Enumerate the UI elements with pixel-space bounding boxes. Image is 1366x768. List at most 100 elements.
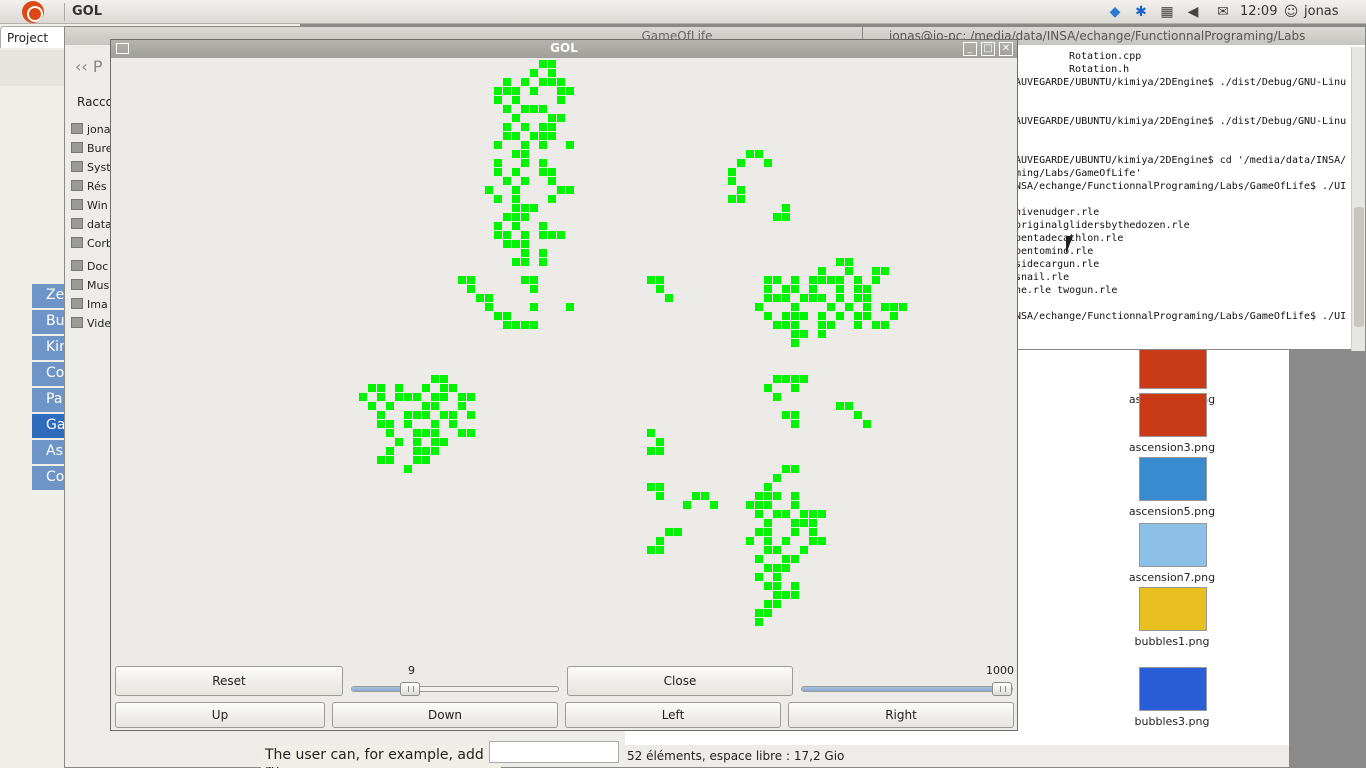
live-cell <box>386 429 394 437</box>
up-button[interactable]: Up <box>115 702 325 728</box>
close-button[interactable]: Close <box>567 666 793 696</box>
maximize-button[interactable]: □ <box>981 42 995 56</box>
live-cell <box>512 150 520 158</box>
dropbox-icon[interactable]: ◆ <box>1106 3 1124 21</box>
live-cell <box>656 483 664 491</box>
places-item[interactable]: Mus <box>71 279 115 296</box>
bluetooth-icon[interactable]: ✱ <box>1132 3 1150 21</box>
live-cell <box>863 294 871 302</box>
live-cell <box>548 123 556 131</box>
live-cell <box>782 204 790 212</box>
file-name[interactable]: ascension5.png <box>1117 505 1227 518</box>
folder-icon <box>71 199 83 210</box>
live-cell <box>449 384 457 392</box>
live-cell <box>503 312 511 320</box>
browser-tab-label: Project <box>7 31 49 45</box>
live-cell <box>512 204 520 212</box>
folder-icon <box>71 161 83 172</box>
size-slider[interactable] <box>801 682 1013 696</box>
user-name[interactable]: jonas <box>1304 4 1339 19</box>
folder-icon <box>71 142 83 153</box>
live-cell <box>764 285 772 293</box>
speed-slider-handle[interactable] <box>400 682 421 696</box>
clock[interactable]: 12:09 <box>1240 4 1277 19</box>
live-cell <box>854 285 862 293</box>
terminal-line: NSA/echange/FunctionnalPrograming/Labs/G… <box>1015 311 1347 322</box>
live-cell <box>872 267 880 275</box>
minimize-button[interactable]: _ <box>963 42 977 56</box>
places-item[interactable]: Ima <box>71 298 115 315</box>
gol-titlebar[interactable]: GOL _ □ ✕ <box>111 40 1017 58</box>
reset-button[interactable]: Reset <box>115 666 343 696</box>
live-cell <box>764 546 772 554</box>
browser-tab[interactable]: Project <box>0 26 72 48</box>
places-item[interactable]: Rés <box>71 180 115 197</box>
file-thumbnail[interactable] <box>1139 667 1207 711</box>
size-slider-handle[interactable] <box>992 682 1012 696</box>
file-thumbnail[interactable] <box>1139 457 1207 501</box>
user-icon[interactable]: ☺ <box>1282 3 1300 21</box>
scrollbar-thumb[interactable] <box>1354 207 1364 327</box>
game-of-life-grid[interactable] <box>111 58 1017 662</box>
back-button[interactable]: ‹‹ P <box>75 57 103 76</box>
file-thumbnail[interactable] <box>1139 523 1207 567</box>
file-thumbnail[interactable] <box>1139 345 1207 389</box>
terminal-line: ne.rle twogun.rle <box>1015 285 1118 296</box>
live-cell <box>503 78 511 86</box>
file-name[interactable]: ascension7.png <box>1117 571 1227 584</box>
live-cell <box>467 276 475 284</box>
live-cell <box>773 492 781 500</box>
places-item[interactable]: jona <box>71 123 115 140</box>
volume-icon[interactable]: ◀ <box>1184 3 1202 21</box>
live-cell <box>539 159 547 167</box>
live-cell <box>539 141 547 149</box>
live-cell <box>458 393 466 401</box>
live-cell <box>386 402 394 410</box>
path-field[interactable] <box>489 741 619 763</box>
live-cell <box>728 168 736 176</box>
live-cell <box>872 276 880 284</box>
live-cell <box>422 411 430 419</box>
mail-icon[interactable]: ✉ <box>1214 3 1232 21</box>
places-item[interactable]: Bure <box>71 142 115 159</box>
live-cell <box>755 528 763 536</box>
live-cell <box>764 609 772 617</box>
live-cell <box>782 537 790 545</box>
live-cell <box>854 312 862 320</box>
terminal-scrollbar[interactable] <box>1351 47 1365 351</box>
file-name[interactable]: bubbles3.png <box>1117 715 1227 728</box>
network-icon[interactable]: ▦ <box>1158 3 1176 21</box>
right-button[interactable]: Right <box>788 702 1014 728</box>
down-button[interactable]: Down <box>332 702 558 728</box>
live-cell <box>512 96 520 104</box>
file-name[interactable]: ascension3.png <box>1117 441 1227 454</box>
live-cell <box>836 402 844 410</box>
file-name[interactable]: bubbles1.png <box>1117 635 1227 648</box>
live-cell <box>782 321 790 329</box>
live-cell <box>467 285 475 293</box>
live-cell <box>512 132 520 140</box>
places-item[interactable]: Win <box>71 199 115 216</box>
ubuntu-logo-icon[interactable] <box>22 1 44 23</box>
live-cell <box>647 483 655 491</box>
close-window-button[interactable]: ✕ <box>999 42 1013 56</box>
live-cell <box>521 231 529 239</box>
places-item[interactable]: data <box>71 218 115 235</box>
live-cell <box>386 420 394 428</box>
live-cell <box>548 231 556 239</box>
live-cell <box>827 303 835 311</box>
file-thumbnail[interactable] <box>1139 393 1207 437</box>
live-cell <box>539 105 547 113</box>
file-thumbnail[interactable] <box>1139 587 1207 631</box>
places-item[interactable]: Doc <box>71 260 115 277</box>
live-cell <box>386 447 394 455</box>
gol-title: GOL <box>550 41 578 55</box>
live-cell <box>791 411 799 419</box>
speed-slider[interactable] <box>351 682 559 696</box>
places-item[interactable]: Vide <box>71 317 115 334</box>
places-item[interactable]: Corb <box>71 237 115 254</box>
live-cell <box>800 510 808 518</box>
left-button[interactable]: Left <box>565 702 781 728</box>
places-item[interactable]: Syst <box>71 161 115 178</box>
live-cell <box>458 429 466 437</box>
